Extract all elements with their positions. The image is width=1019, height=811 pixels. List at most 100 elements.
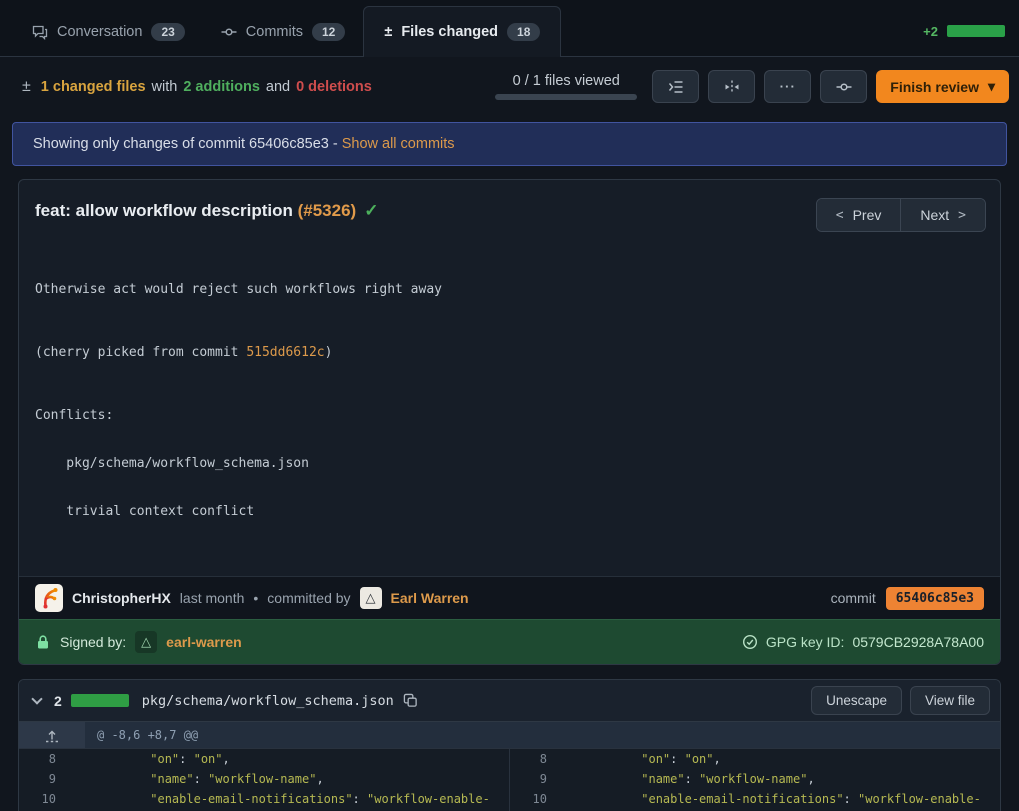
pr-reference[interactable]: (#5326) bbox=[298, 201, 357, 220]
tab-count-badge: 23 bbox=[151, 23, 184, 41]
file-diffstat-bar bbox=[71, 694, 129, 707]
unescape-button[interactable]: Unescape bbox=[811, 686, 902, 715]
check-icon: ✓ bbox=[364, 201, 378, 220]
diff-grid: 8 "on": "on",8 "on": "on",9 "name": "wor… bbox=[19, 749, 1000, 811]
chevron-left-icon: < bbox=[836, 208, 844, 223]
line-number[interactable]: 9 bbox=[19, 769, 68, 789]
summary-text: with bbox=[152, 79, 178, 95]
file-path[interactable]: pkg/schema/workflow_schema.json bbox=[142, 693, 394, 709]
tab-files-changed[interactable]: ± Files changed 18 bbox=[363, 6, 561, 57]
file-changes-count: 2 bbox=[54, 693, 62, 709]
expand-files-button[interactable] bbox=[652, 70, 699, 103]
commit-filter-banner: Showing only changes of commit 65406c85e… bbox=[12, 122, 1007, 166]
signature-row: Signed by: △ earl-warren GPG key ID: 057… bbox=[19, 619, 1000, 664]
commit-message-line: Conflicts: bbox=[35, 408, 984, 424]
expand-list-icon bbox=[668, 79, 684, 95]
finish-review-button[interactable]: Finish review ▾ bbox=[876, 70, 1009, 103]
dot-separator: • bbox=[253, 590, 258, 606]
line-number[interactable]: 8 bbox=[509, 749, 559, 769]
summary-text: and bbox=[266, 79, 290, 95]
tab-label: Commits bbox=[246, 24, 303, 40]
tab-commits[interactable]: Commits 12 bbox=[203, 8, 364, 56]
banner-text: Showing only changes of commit 65406c85e… bbox=[33, 136, 338, 152]
verified-icon bbox=[742, 634, 758, 650]
commit-meta-row: ChristopherHX last month • committed by … bbox=[19, 576, 1000, 619]
pr-tab-bar: Conversation 23 Commits 12 ± Files chang… bbox=[0, 0, 1019, 57]
expand-hunk-button[interactable] bbox=[19, 722, 85, 748]
copy-path-icon[interactable] bbox=[403, 693, 418, 708]
code-line: "on": "on", bbox=[559, 749, 1000, 769]
commit-message-line: Otherwise act would reject such workflow… bbox=[35, 282, 984, 298]
file-header: 2 pkg/schema/workflow_schema.json Unesca… bbox=[19, 680, 1000, 722]
changed-files-text: 1 changed files bbox=[41, 79, 146, 95]
code-line: "name": "workflow-name", bbox=[559, 769, 1000, 789]
speech-bubble-icon bbox=[32, 24, 48, 40]
line-number[interactable]: 8 bbox=[19, 749, 68, 769]
hunk-row: @ -8,6 +8,7 @@ bbox=[19, 722, 1000, 749]
commit-label: commit bbox=[831, 590, 876, 606]
next-label: Next bbox=[920, 207, 949, 223]
collapse-file-icon[interactable] bbox=[31, 693, 42, 704]
commit-message-line: pkg/schema/workflow_schema.json bbox=[35, 456, 984, 472]
commit-message-line: trivial context conflict bbox=[35, 504, 984, 520]
files-viewed-progress bbox=[495, 94, 637, 100]
caret-down-icon: ▾ bbox=[988, 78, 995, 95]
lock-icon bbox=[35, 634, 51, 650]
split-view-icon bbox=[724, 79, 740, 95]
commit-message: Otherwise act would reject such workflow… bbox=[19, 242, 1000, 576]
committer-avatar[interactable]: △ bbox=[360, 587, 382, 609]
signer-name[interactable]: earl-warren bbox=[166, 634, 241, 650]
show-all-commits-link[interactable]: Show all commits bbox=[342, 136, 455, 152]
deletions-text: 0 deletions bbox=[296, 79, 372, 95]
next-commit-button[interactable]: Next > bbox=[900, 199, 985, 231]
files-viewed-label: 0 / 1 files viewed bbox=[513, 73, 620, 89]
line-number[interactable]: 10 bbox=[19, 789, 68, 811]
diffstat-bar bbox=[947, 25, 1005, 37]
split-view-button[interactable] bbox=[708, 70, 755, 103]
prev-label: Prev bbox=[853, 207, 882, 223]
author-name[interactable]: ChristopherHX bbox=[72, 590, 171, 606]
pr-diffstat: +2 bbox=[923, 24, 1005, 39]
finish-review-label: Finish review bbox=[890, 79, 979, 95]
signed-by-label: Signed by: bbox=[60, 634, 126, 650]
prev-commit-button[interactable]: < Prev bbox=[817, 199, 901, 231]
expand-up-icon bbox=[44, 727, 60, 743]
commit-select-button[interactable] bbox=[820, 70, 867, 103]
commit-message-line: (cherry picked from commit 515dd6612c) bbox=[35, 345, 984, 361]
chevron-right-icon: > bbox=[958, 208, 966, 223]
commit-sha-badge[interactable]: 65406c85e3 bbox=[886, 587, 984, 610]
file-diff-panel: 2 pkg/schema/workflow_schema.json Unesca… bbox=[18, 679, 1001, 811]
tab-count-badge: 12 bbox=[312, 23, 345, 41]
gpg-key-label: GPG key ID: bbox=[766, 634, 845, 650]
line-number[interactable]: 9 bbox=[509, 769, 559, 789]
signer-avatar[interactable]: △ bbox=[135, 631, 157, 653]
view-file-button[interactable]: View file bbox=[910, 686, 990, 715]
diff-icon: ± bbox=[22, 78, 31, 96]
diff-toolbar: ± 1 changed files with 2 additions and 0… bbox=[0, 57, 1019, 115]
tab-count-badge: 18 bbox=[507, 23, 540, 41]
code-line: "name": "workflow-name", bbox=[68, 769, 509, 789]
code-line: "enable-email-notifications": "workflow-… bbox=[559, 789, 1000, 811]
tab-label: Files changed bbox=[401, 24, 498, 40]
commit-title-text: feat: allow workflow description bbox=[35, 201, 298, 220]
gpg-key-id: 0579CB2928A78A00 bbox=[852, 634, 984, 650]
commit-icon bbox=[836, 79, 852, 95]
author-avatar[interactable] bbox=[35, 584, 63, 612]
code-line: "enable-email-notifications": "workflow-… bbox=[68, 789, 509, 811]
cherry-pick-text: (cherry picked from commit bbox=[35, 345, 246, 360]
commit-nav: < Prev Next > bbox=[816, 198, 986, 232]
committer-name[interactable]: Earl Warren bbox=[391, 590, 469, 606]
commit-title: feat: allow workflow description (#5326)… bbox=[35, 198, 378, 224]
files-viewed: 0 / 1 files viewed bbox=[495, 73, 637, 100]
additions-count: +2 bbox=[923, 24, 938, 39]
additions-text: 2 additions bbox=[183, 79, 260, 95]
committed-by-label: committed by bbox=[267, 590, 350, 606]
cherry-pick-sha-link[interactable]: 515dd6612c bbox=[246, 345, 324, 360]
line-number[interactable]: 10 bbox=[509, 789, 559, 811]
code-line: "on": "on", bbox=[68, 749, 509, 769]
commit-icon bbox=[221, 24, 237, 40]
diff-icon: ± bbox=[384, 24, 392, 40]
more-options-button[interactable]: ··· bbox=[764, 70, 811, 103]
tab-conversation[interactable]: Conversation 23 bbox=[14, 8, 203, 56]
ellipsis-icon: ··· bbox=[780, 79, 796, 94]
